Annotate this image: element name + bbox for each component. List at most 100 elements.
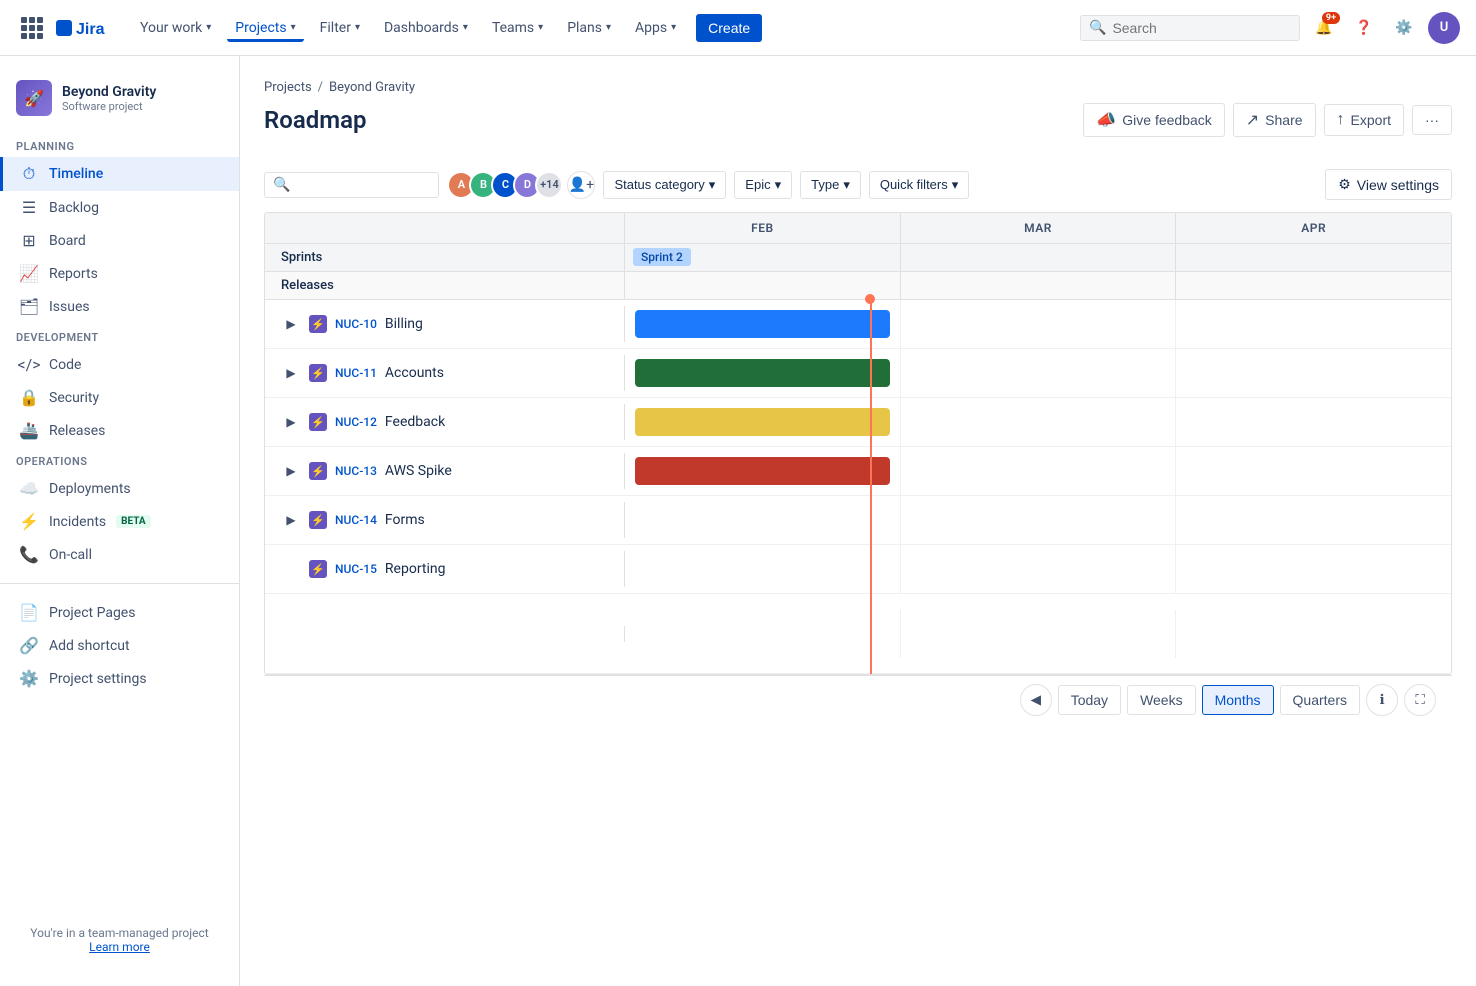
chevron-down-icon: ▾ (206, 22, 211, 33)
nav-your-work[interactable]: Your work ▾ (132, 14, 219, 42)
scroll-left-button[interactable]: ◀ (1020, 684, 1052, 716)
nav-dashboards[interactable]: Dashboards ▾ (376, 14, 476, 42)
cell-feb-nuc11 (625, 349, 901, 397)
nav-teams[interactable]: Teams ▾ (484, 14, 551, 42)
issue-key-nuc15[interactable]: NUC-15 (335, 562, 377, 576)
sidebar-item-timeline[interactable]: ⏱ Timeline (0, 157, 239, 191)
deployments-icon: ☁️ (19, 479, 39, 498)
give-feedback-button[interactable]: 📣 Give feedback (1083, 103, 1224, 137)
share-button[interactable]: ↗ Share (1233, 103, 1316, 137)
main-layout: 🚀 Beyond Gravity Software project PLANNI… (0, 56, 1476, 986)
search-bar[interactable]: 🔍 (1080, 15, 1300, 41)
expand-icon[interactable]: ▶ (281, 363, 301, 383)
more-button[interactable]: ··· (1412, 105, 1452, 135)
breadcrumb-projects[interactable]: Projects (264, 80, 312, 95)
sidebar-item-security[interactable]: 🔒 Security (0, 381, 239, 414)
table-row: ▶ ⚡ NUC-11 Accounts (265, 349, 1451, 398)
sidebar-item-reports[interactable]: 📈 Reports (0, 257, 239, 290)
expand-icon[interactable]: ▶ (281, 314, 301, 334)
sprints-label: Sprints (265, 244, 625, 271)
gantt-bar-nuc13[interactable] (635, 457, 890, 485)
learn-more-link[interactable]: Learn more (89, 940, 150, 954)
sprint-feb-cell: Sprint 2 (625, 244, 901, 271)
gantt-bar-nuc11[interactable] (635, 359, 890, 387)
sidebar-item-deployments[interactable]: ☁️ Deployments (0, 472, 239, 505)
roadmap-search-input[interactable] (290, 177, 430, 193)
view-settings-button[interactable]: ⚙ View settings (1325, 169, 1452, 200)
nav-apps[interactable]: Apps ▾ (627, 14, 684, 42)
roadmap-search[interactable]: 🔍 (264, 172, 439, 198)
status-category-filter[interactable]: Status category ▾ (603, 171, 726, 199)
expand-icon[interactable]: ▶ (281, 412, 301, 432)
issues-icon: 🗂 (19, 297, 39, 316)
reports-icon: 📈 (19, 264, 39, 283)
issue-icon-nuc13: ⚡ (309, 462, 327, 480)
sidebar-item-on-call[interactable]: 📞 On-call (0, 538, 239, 571)
operations-section-label: OPERATIONS (0, 447, 239, 472)
filters-bar: 🔍 A B C D +14 👤+ Status category ▾ Epic (264, 157, 1452, 212)
notifications-button[interactable]: 🔔 9+ (1308, 12, 1340, 44)
sidebar-item-backlog[interactable]: ☰ Backlog (0, 191, 239, 224)
help-button[interactable]: ❓ (1348, 12, 1380, 44)
cell-feb-nuc15 (625, 545, 901, 593)
breadcrumb-beyond-gravity[interactable]: Beyond Gravity (329, 80, 415, 95)
sidebar-item-incidents[interactable]: ⚡ Incidents BETA (0, 505, 239, 538)
add-person-button[interactable]: 👤+ (567, 171, 595, 199)
sidebar-item-project-settings[interactable]: ⚙️ Project settings (0, 662, 239, 695)
user-avatar[interactable]: U (1428, 12, 1460, 44)
fullscreen-button[interactable]: ⛶ (1404, 684, 1436, 716)
sidebar-item-releases[interactable]: 🚢 Releases (0, 414, 239, 447)
issue-key-nuc10[interactable]: NUC-10 (335, 317, 377, 331)
sidebar-item-code[interactable]: </> Code (0, 348, 239, 381)
info-button[interactable]: ℹ (1366, 684, 1398, 716)
avatar-count[interactable]: +14 (535, 171, 563, 199)
roadmap-months-header: FEB MAR APR (265, 213, 1451, 244)
sidebar-item-board[interactable]: ⊞ Board (0, 224, 239, 257)
export-button[interactable]: ↑ Export (1324, 104, 1404, 136)
project-type: Software project (62, 100, 156, 113)
app-switcher-button[interactable] (16, 12, 48, 44)
cell-apr-nuc11 (1176, 349, 1451, 397)
nav-plans[interactable]: Plans ▾ (559, 14, 619, 42)
chevron-down-icon: ▾ (463, 22, 468, 33)
expand-icon[interactable]: ▶ (281, 510, 301, 530)
type-filter[interactable]: Type ▾ (800, 171, 861, 199)
issue-key-nuc14[interactable]: NUC-14 (335, 513, 377, 527)
table-row: ▶ ⚡ NUC-13 AWS Spike (265, 447, 1451, 496)
quick-filters-filter[interactable]: Quick filters ▾ (869, 171, 969, 199)
epic-filter[interactable]: Epic ▾ (734, 171, 792, 199)
issue-icon-nuc12: ⚡ (309, 413, 327, 431)
sidebar-footer: You're in a team-managed project Learn m… (0, 910, 239, 970)
jira-logo[interactable]: Jira (56, 16, 116, 40)
sidebar-item-add-shortcut[interactable]: 🔗 Add shortcut (0, 629, 239, 662)
month-feb: FEB (625, 213, 901, 243)
backlog-icon: ☰ (19, 198, 39, 217)
gantt-bar-nuc12[interactable] (635, 408, 890, 436)
nav-filter[interactable]: Filter ▾ (312, 14, 368, 42)
sprint-badge: Sprint 2 (633, 248, 691, 266)
today-marker (865, 294, 875, 304)
month-apr: APR (1176, 213, 1451, 243)
search-icon: 🔍 (1089, 20, 1106, 36)
releases-icon: 🚢 (19, 421, 39, 440)
gantt-bar-nuc10[interactable] (635, 310, 890, 338)
sidebar-item-project-pages[interactable]: 📄 Project Pages (0, 596, 239, 629)
create-button[interactable]: Create (696, 14, 762, 42)
issue-key-nuc12[interactable]: NUC-12 (335, 415, 377, 429)
nav-projects[interactable]: Projects ▾ (227, 14, 303, 42)
expand-icon[interactable]: ▶ (281, 461, 301, 481)
weeks-button[interactable]: Weeks (1127, 685, 1196, 715)
search-input[interactable] (1112, 20, 1291, 36)
quarters-button[interactable]: Quarters (1280, 685, 1360, 715)
months-button[interactable]: Months (1202, 685, 1274, 715)
row-cells-nuc13 (625, 447, 1451, 495)
sidebar-item-issues[interactable]: 🗂 Issues (0, 290, 239, 323)
cell-apr-nuc12 (1176, 398, 1451, 446)
issue-key-nuc13[interactable]: NUC-13 (335, 464, 377, 478)
settings-button[interactable]: ⚙️ (1388, 12, 1420, 44)
today-button[interactable]: Today (1058, 685, 1121, 715)
bottom-bar: ◀ Today Weeks Months Quarters ℹ ⛶ (264, 675, 1452, 724)
table-row: ▶ ⚡ NUC-12 Feedback (265, 398, 1451, 447)
cell-apr-nuc10 (1176, 300, 1451, 348)
issue-key-nuc11[interactable]: NUC-11 (335, 366, 377, 380)
